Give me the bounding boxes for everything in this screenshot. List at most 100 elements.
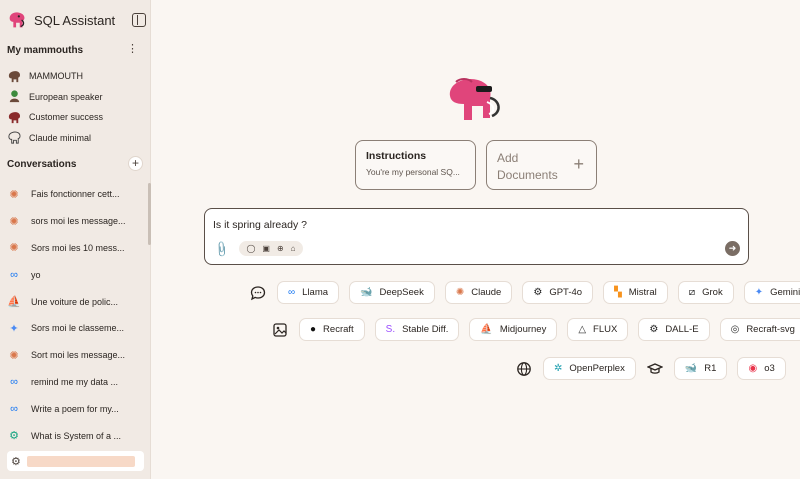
more-options-icon[interactable]: ⋮ [127, 44, 138, 55]
model-chip-label: Grok [702, 287, 723, 298]
conversation-label: sors moi les message... [31, 216, 126, 227]
openperplex-icon: ✲ [554, 363, 563, 374]
deepseek-icon: 🐋 [684, 363, 698, 374]
mammouths-list: MAMMOUTH European speaker Customer succe… [7, 66, 147, 148]
model-chip-midjourney[interactable]: ⛵ Midjourney [469, 318, 558, 341]
claude-icon: ✺ [9, 215, 19, 228]
image-icon[interactable]: ▣ [262, 244, 270, 253]
meta-icon: ∞ [10, 402, 18, 415]
conversation-item[interactable]: ⚙ What is System of a ... [7, 422, 143, 449]
conversation-item[interactable]: ∞ yo [7, 261, 143, 288]
model-chip-flux[interactable]: △ FLUX [567, 318, 629, 341]
chat-bubble-icon[interactable] [249, 284, 267, 302]
recraft-icon: ● [310, 324, 317, 335]
model-chip-openperplex[interactable]: ✲ OpenPerplex [543, 357, 636, 380]
text-models-row: ∞ Llama 🐋 DeepSeek ✺ Claude ⚙ GPT-4o ▚ Mistral ⧄ Gr… [249, 281, 800, 304]
gemini-icon: ✦ [754, 287, 764, 298]
mammouth-item-label: European speaker [29, 91, 103, 102]
instructions-subtitle: You're my personal SQ... [366, 167, 460, 177]
model-chip-gemini[interactable]: ✦ Gemini [743, 281, 800, 304]
model-chip-recraft-svg[interactable]: ◎ Recraft-svg [719, 318, 800, 341]
model-chip-stable-diff[interactable]: S. Stable Diff. [374, 318, 460, 341]
conversation-item[interactable]: ✺ Sort moi les message... [7, 342, 143, 369]
claude-icon: ✺ [9, 242, 19, 255]
globe-icon[interactable] [515, 360, 533, 378]
mammouths-section-title: My mammouths [7, 45, 84, 56]
sidebar-collapse-icon[interactable] [132, 13, 146, 27]
model-chip-label: Stable Diff. [402, 324, 449, 335]
flux-icon: △ [578, 324, 587, 335]
mammouth-item-mammouth[interactable]: MAMMOUTH [7, 66, 147, 87]
graduation-cap-icon[interactable]: ⌂ [291, 244, 296, 253]
search-models-row: ✲ OpenPerplex 🐋 R1 ◉ o3 [515, 357, 796, 380]
mammoth-mascot-icon [449, 78, 500, 120]
gear-icon[interactable]: ⚙ [11, 455, 21, 468]
model-chip-label: OpenPerplex [569, 363, 625, 374]
mammouth-item-european-speaker[interactable]: European speaker [7, 87, 147, 108]
model-chip-label: o3 [764, 363, 775, 374]
conversation-item[interactable]: ✦ Sors moi le classeme... [7, 315, 143, 342]
conversation-label: remind me my data ... [31, 376, 119, 387]
image-icon[interactable] [271, 321, 289, 339]
model-chip-label: Recraft [323, 324, 354, 335]
mode-selector[interactable]: ◯ ▣ ⊕ ⌂ [239, 241, 303, 256]
sidebar-scrollbar[interactable] [148, 183, 151, 245]
conversation-label: yo [31, 269, 41, 280]
image-models-row: ● Recraft S. Stable Diff. ⛵ Midjourney △ FLUX ⚙ D… [271, 318, 800, 341]
openai-icon: ⚙ [9, 430, 19, 443]
paperclip-icon[interactable]: 📎 [212, 240, 231, 259]
mammouth-item-claude-minimal[interactable]: Claude minimal [7, 128, 147, 149]
message-input[interactable]: Is it spring already ? [213, 219, 307, 231]
model-chip-deepseek[interactable]: 🐋 DeepSeek [349, 281, 435, 304]
conversations-list: ✺ Fais fonctionner cett... ✺ sors moi les m… [7, 181, 143, 449]
conversation-item[interactable]: ∞ Write a poem for my... [7, 395, 143, 422]
conversation-item[interactable]: ∞ remind me my data ... [7, 369, 143, 396]
model-chip-llama[interactable]: ∞ Llama [277, 281, 340, 304]
account-settings-row[interactable]: ⚙ [7, 451, 144, 471]
instructions-card[interactable]: Instructions You're my personal SQ... [355, 140, 476, 190]
model-chip-label: R1 [704, 363, 717, 374]
chat-bubble-icon[interactable]: ◯ [246, 244, 255, 253]
claude-icon: ✺ [9, 188, 19, 201]
add-documents-label: Add Documents [497, 151, 558, 182]
globe-icon[interactable]: ⊕ [277, 244, 284, 253]
sidebar-header: SQL Assistant [6, 8, 146, 32]
send-button[interactable]: ➜ [725, 241, 740, 256]
conversation-item[interactable]: ✺ sors moi les message... [7, 208, 143, 235]
stability-icon: S. [385, 324, 396, 335]
model-chip-recraft[interactable]: ● Recraft [299, 318, 365, 341]
model-chip-gpt-4o[interactable]: ⚙ GPT-4o [522, 281, 594, 304]
model-chip-dall-e[interactable]: ⚙ DALL-E [638, 318, 710, 341]
sidebar: SQL Assistant My mammouths ⋮ MAMMOUTH Eu… [0, 0, 151, 479]
claude-icon: ✺ [9, 349, 19, 362]
model-chip-mistral[interactable]: ▚ Mistral [603, 281, 668, 304]
message-composer[interactable]: Is it spring already ? 📎 ◯ ▣ ⊕ ⌂ ➜ [204, 208, 749, 265]
conversations-section-title: Conversations [7, 159, 77, 170]
instructions-title: Instructions [366, 150, 427, 162]
model-chip-label: Llama [302, 287, 329, 298]
model-chip-grok[interactable]: ⧄ Grok [677, 281, 734, 304]
model-chip-label: DeepSeek [379, 287, 424, 298]
graduation-cap-icon[interactable] [646, 360, 664, 378]
add-documents-card[interactable]: Add Documents + [486, 140, 597, 190]
conversation-item[interactable]: ✺ Sors moi les 10 mess... [7, 235, 143, 262]
model-chip-claude[interactable]: ✺ Claude [444, 281, 513, 304]
model-chip-r1[interactable]: 🐋 R1 [673, 357, 728, 380]
conversation-label: Une voiture de polic... [31, 296, 119, 307]
conversation-item[interactable]: ⛵ Une voiture de polic... [7, 288, 143, 315]
support-avatar-icon [7, 110, 22, 125]
midjourney-icon: ⛵ [7, 296, 21, 309]
mammoth-logo-icon[interactable] [6, 9, 28, 31]
plus-icon: + [573, 154, 584, 174]
midjourney-icon: ⛵ [480, 324, 493, 335]
mammouth-item-label: Customer success [29, 112, 104, 123]
mammouth-item-customer-success[interactable]: Customer success [7, 107, 147, 128]
mammouth-item-label: MAMMOUTH [29, 71, 83, 82]
new-conversation-button[interactable]: + [128, 156, 143, 171]
conversation-label: What is System of a ... [31, 430, 122, 441]
conversation-label: Sort moi les message... [31, 350, 126, 361]
conversation-item[interactable]: ✺ Fais fonctionner cett... [7, 181, 143, 208]
openai-icon: ⚙ [533, 287, 543, 298]
gemini-icon: ✦ [9, 322, 19, 335]
model-chip-o3[interactable]: ◉ o3 [737, 357, 786, 380]
